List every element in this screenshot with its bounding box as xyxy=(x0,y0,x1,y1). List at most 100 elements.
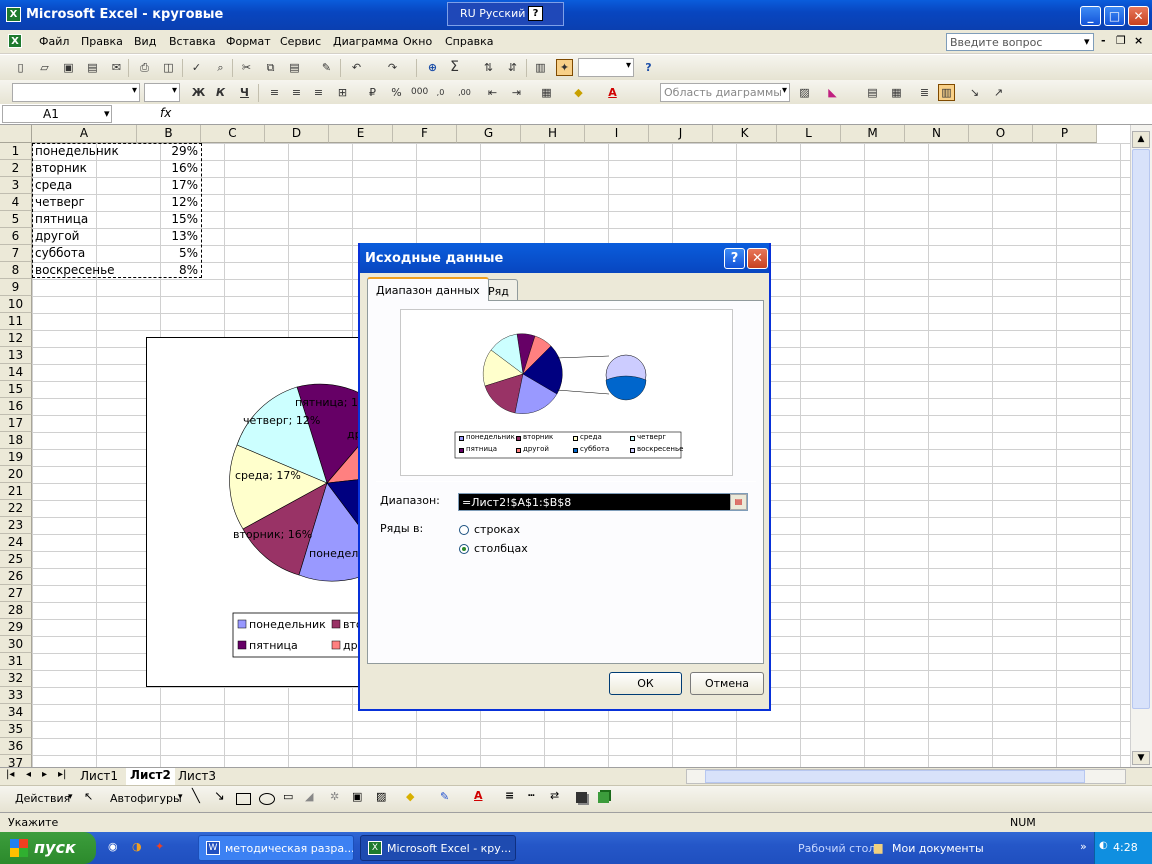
column-header-G[interactable]: G xyxy=(457,125,521,143)
column-header-B[interactable]: B xyxy=(137,125,201,143)
tab-scroll-last-icon[interactable]: ▸| xyxy=(58,769,66,780)
radio-rows[interactable] xyxy=(459,525,469,535)
3d-icon[interactable] xyxy=(598,792,609,803)
cell-a7[interactable]: суббота xyxy=(33,245,137,262)
row-header-1[interactable]: 1 xyxy=(0,143,32,160)
row-header-20[interactable]: 20 xyxy=(0,466,32,483)
help-icon[interactable]: ? xyxy=(528,6,543,21)
doc-close-icon[interactable]: × xyxy=(1134,34,1143,47)
cell-b1[interactable]: 29% xyxy=(138,143,200,160)
print-icon[interactable]: ⎙ xyxy=(136,59,153,76)
menu-format[interactable]: Формат xyxy=(226,35,271,48)
rectangle-icon[interactable] xyxy=(236,793,251,805)
fx-icon[interactable]: fx xyxy=(160,106,171,120)
row-header-21[interactable]: 21 xyxy=(0,483,32,500)
menu-window[interactable]: Окно xyxy=(403,35,432,48)
paste-icon[interactable]: ▤ xyxy=(286,59,303,76)
close-button[interactable]: ✕ xyxy=(1128,6,1149,26)
row-header-6[interactable]: 6 xyxy=(0,228,32,245)
sheet-tab-3[interactable]: Лист3 xyxy=(178,769,216,783)
chart-objects-combo[interactable]: Область диаграммы xyxy=(660,83,790,102)
column-header-F[interactable]: F xyxy=(393,125,457,143)
row-header-9[interactable]: 9 xyxy=(0,279,32,296)
row-header-17[interactable]: 17 xyxy=(0,415,32,432)
angle-up-icon[interactable]: ↗ xyxy=(990,84,1007,101)
font-size-combo[interactable] xyxy=(144,83,180,102)
chart-type-icon[interactable]: ◣ xyxy=(824,84,841,101)
zoom-combo[interactable] xyxy=(578,58,634,77)
email-icon[interactable]: ✉ xyxy=(108,59,125,76)
radio-columns-label[interactable]: столбцах xyxy=(474,542,528,555)
merge-icon[interactable]: ⊞ xyxy=(334,84,351,101)
permission-icon[interactable]: ▤ xyxy=(84,59,101,76)
radio-rows-label[interactable]: строках xyxy=(474,523,520,536)
shadow-icon[interactable] xyxy=(576,792,587,803)
decrease-indent-icon[interactable]: ⇤ xyxy=(484,84,501,101)
sheet-tab-1[interactable]: Лист1 xyxy=(80,769,118,783)
autosum-icon[interactable]: Σ xyxy=(446,59,463,76)
row-header-29[interactable]: 29 xyxy=(0,619,32,636)
row-header-31[interactable]: 31 xyxy=(0,653,32,670)
column-header-I[interactable]: I xyxy=(585,125,649,143)
column-header-K[interactable]: K xyxy=(713,125,777,143)
row-header-5[interactable]: 5 xyxy=(0,211,32,228)
row-header-16[interactable]: 16 xyxy=(0,398,32,415)
currency-icon[interactable]: ₽ xyxy=(364,84,381,101)
increase-indent-icon[interactable]: ⇥ xyxy=(508,84,525,101)
column-header-P[interactable]: P xyxy=(1033,125,1097,143)
actions-menu[interactable]: Действия xyxy=(15,792,70,805)
sort-asc-icon[interactable]: ⇅ xyxy=(480,59,497,76)
column-header-E[interactable]: E xyxy=(329,125,393,143)
wordart-icon[interactable]: ◢ xyxy=(305,790,313,803)
cell-b8[interactable]: 8% xyxy=(138,262,200,279)
drawing-icon[interactable]: ✦ xyxy=(556,59,573,76)
italic-icon[interactable]: К xyxy=(212,84,229,101)
underline-icon[interactable]: Ч xyxy=(236,84,253,101)
language-bar[interactable]: RU Русский? xyxy=(447,2,564,26)
excel-doc-icon[interactable]: X xyxy=(8,34,22,48)
cell-b5[interactable]: 15% xyxy=(138,211,200,228)
name-box-dropdown-icon[interactable]: ▾ xyxy=(104,107,110,120)
format-chart-area-icon[interactable]: ▨ xyxy=(796,84,813,101)
doc-minimize-icon[interactable]: - xyxy=(1101,34,1106,47)
cell-b3[interactable]: 17% xyxy=(138,177,200,194)
font-combo[interactable] xyxy=(12,83,140,102)
autoshapes-dropdown-icon[interactable]: ▾ xyxy=(178,792,183,802)
radio-columns[interactable] xyxy=(459,544,469,554)
row-header-33[interactable]: 33 xyxy=(0,687,32,704)
actions-dropdown-icon[interactable]: ▾ xyxy=(68,792,73,802)
column-header-C[interactable]: C xyxy=(201,125,265,143)
by-column-icon[interactable]: ▥ xyxy=(938,84,955,101)
row-header-27[interactable]: 27 xyxy=(0,585,32,602)
menu-insert[interactable]: Вставка xyxy=(169,35,216,48)
redo-icon[interactable]: ↷ xyxy=(384,59,401,76)
data-table-icon[interactable]: ▦ xyxy=(888,84,905,101)
row-header-15[interactable]: 15 xyxy=(0,381,32,398)
maximize-button[interactable]: □ xyxy=(1104,6,1125,26)
format-painter-icon[interactable]: ✎ xyxy=(318,59,335,76)
cell-a6[interactable]: другой xyxy=(33,228,137,245)
align-left-icon[interactable]: ≡ xyxy=(266,84,283,101)
media-icon[interactable]: ◑ xyxy=(132,840,142,853)
row-header-18[interactable]: 18 xyxy=(0,432,32,449)
arrow-style-icon[interactable]: ⇄ xyxy=(550,789,559,802)
task-excel[interactable]: Microsoft Excel - кру... xyxy=(360,835,516,861)
line-style-icon[interactable]: ≡ xyxy=(505,789,514,802)
copy-icon[interactable]: ⧉ xyxy=(262,59,279,76)
font-color-icon[interactable]: A xyxy=(604,84,621,101)
cell-b2[interactable]: 16% xyxy=(138,160,200,177)
dash-style-icon[interactable]: ┅ xyxy=(528,789,535,802)
legend-icon[interactable]: ▤ xyxy=(864,84,881,101)
range-input[interactable]: =Лист2!$A$1:$B$8 xyxy=(458,493,748,511)
print-preview-icon[interactable]: ◫ xyxy=(160,59,177,76)
cell-a2[interactable]: вторник xyxy=(33,160,137,177)
diagram-icon[interactable]: ✲ xyxy=(330,790,339,803)
open-icon[interactable]: ▱ xyxy=(36,59,53,76)
row-header-14[interactable]: 14 xyxy=(0,364,32,381)
arrow-icon[interactable]: ↘ xyxy=(214,789,225,804)
row-header-32[interactable]: 32 xyxy=(0,670,32,687)
cell-a4[interactable]: четверг xyxy=(33,194,137,211)
row-header-35[interactable]: 35 xyxy=(0,721,32,738)
align-center-icon[interactable]: ≡ xyxy=(288,84,305,101)
scroll-thumb[interactable] xyxy=(1132,149,1150,709)
